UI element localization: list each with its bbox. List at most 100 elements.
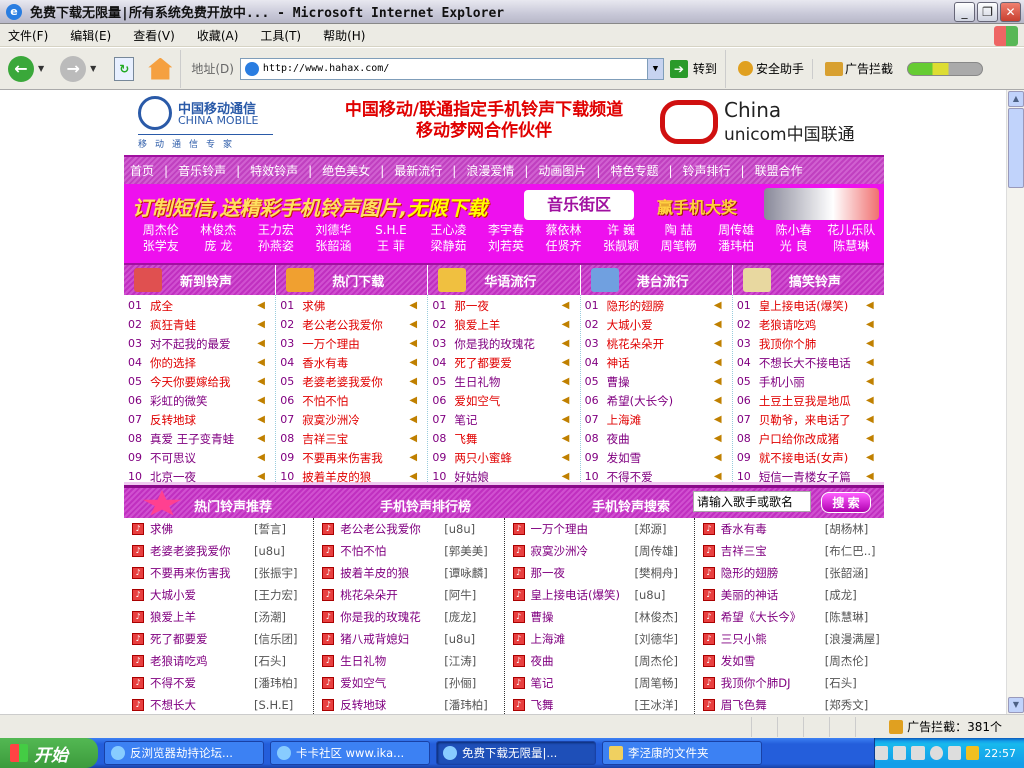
item-title[interactable]: 今天你要嫁给我: [150, 374, 257, 390]
song-title[interactable]: 笔记: [531, 675, 635, 691]
song-title[interactable]: 不怕不怕: [340, 543, 444, 559]
singer-link[interactable]: 王 菲: [362, 238, 420, 254]
speaker-icon[interactable]: ◀: [257, 433, 269, 444]
item-title[interactable]: 一万个理由: [302, 336, 409, 352]
speaker-icon[interactable]: ◀: [409, 414, 421, 425]
song-title[interactable]: 桃花朵朵开: [340, 587, 444, 603]
music-street-banner[interactable]: 音乐街区: [524, 190, 634, 220]
list-item[interactable]: 03 桃花朵朵开 ◀: [581, 334, 732, 353]
table-row[interactable]: ♪ 求佛 [誓言]: [132, 518, 313, 540]
singer-link[interactable]: 刘德华: [305, 222, 363, 238]
item-title[interactable]: 皇上接电话(爆笑): [759, 298, 866, 314]
singer-link[interactable]: 李宇春: [477, 222, 535, 238]
table-row[interactable]: ♪ 老公老公我爱你 [u8u]: [322, 518, 503, 540]
speaker-icon[interactable]: ◀: [562, 300, 574, 311]
item-title[interactable]: 手机小丽: [759, 374, 866, 390]
speaker-icon[interactable]: ◀: [409, 357, 421, 368]
singer-link[interactable]: S.H.E: [362, 222, 420, 238]
address-input[interactable]: http://www.hahax.com/: [263, 63, 389, 74]
song-title[interactable]: 不要再来伤害我: [150, 565, 254, 581]
speaker-icon[interactable]: ◀: [714, 376, 726, 387]
speaker-icon[interactable]: ◀: [866, 395, 878, 406]
speaker-icon[interactable]: ◀: [714, 395, 726, 406]
speaker-icon[interactable]: ◀: [257, 338, 269, 349]
song-title[interactable]: 老婆老婆我爱你: [150, 543, 254, 559]
singer-link[interactable]: 陈慧琳: [822, 238, 880, 254]
warning-icon[interactable]: [966, 746, 980, 760]
list-item[interactable]: 09 不要再来伤害我 ◀: [276, 448, 427, 467]
list-item[interactable]: 05 今天你要嫁给我 ◀: [124, 372, 275, 391]
speaker-icon[interactable]: ◀: [562, 452, 574, 463]
speaker-icon[interactable]: ◀: [866, 357, 878, 368]
list-item[interactable]: 09 就不接电话(女声) ◀: [733, 448, 884, 467]
song-title[interactable]: 香水有毒: [721, 521, 825, 537]
nav-item[interactable]: 特色专题: [610, 162, 658, 179]
list-item[interactable]: 08 飞舞 ◀: [428, 429, 579, 448]
section-header[interactable]: 港台流行: [580, 265, 733, 295]
item-title[interactable]: 隐形的翅膀: [607, 298, 714, 314]
pen-icon[interactable]: [893, 746, 907, 760]
item-title[interactable]: 香水有毒: [302, 355, 409, 371]
section-header[interactable]: 搞笑铃声: [732, 265, 885, 295]
speaker-icon[interactable]: ◀: [409, 338, 421, 349]
back-button[interactable]: ←: [8, 55, 34, 82]
vertical-scrollbar[interactable]: ▲ ▼: [1006, 90, 1024, 714]
item-title[interactable]: 笔记: [454, 412, 561, 428]
item-title[interactable]: 不怕不怕: [302, 393, 409, 409]
singer-link[interactable]: 张学友: [132, 238, 190, 254]
speaker-icon[interactable]: ◀: [257, 414, 269, 425]
go-button[interactable]: ➔ 转到: [669, 59, 717, 78]
nav-item[interactable]: 铃声排行: [683, 162, 731, 179]
table-row[interactable]: ♪ 不想长大 [S.H.E]: [132, 694, 313, 714]
table-row[interactable]: ♪ 老狼请吃鸡 [石头]: [132, 650, 313, 672]
table-row[interactable]: ♪ 香水有毒 [胡杨林]: [702, 518, 884, 540]
table-row[interactable]: ♪ 那一夜 [樊桐舟]: [512, 562, 694, 584]
song-title[interactable]: 你是我的玫瑰花: [340, 609, 444, 625]
table-row[interactable]: ♪ 披着羊皮的狼 [谭咏麟]: [322, 562, 503, 584]
table-row[interactable]: ♪ 一万个理由 [郑源]: [512, 518, 694, 540]
section-header[interactable]: 热门下载: [276, 265, 429, 295]
speaker-icon[interactable]: ◀: [866, 433, 878, 444]
list-item[interactable]: 01 求佛 ◀: [276, 296, 427, 315]
table-row[interactable]: ♪ 不怕不怕 [郭美美]: [322, 540, 503, 562]
song-title[interactable]: 爱如空气: [340, 675, 444, 691]
china-unicom-logo[interactable]: China unicom中国联通: [660, 98, 875, 148]
network-icon[interactable]: [947, 746, 962, 760]
speaker-icon[interactable]: ◀: [409, 452, 421, 463]
singer-link[interactable]: 光 良: [765, 238, 823, 254]
song-title[interactable]: 狼爱上羊: [150, 609, 254, 625]
start-button[interactable]: 开始: [0, 738, 98, 768]
list-item[interactable]: 07 寂寞沙洲冷 ◀: [276, 410, 427, 429]
nav-item[interactable]: 特效铃声: [250, 162, 298, 179]
speaker-icon[interactable]: ◀: [562, 319, 574, 330]
song-title[interactable]: 夜曲: [531, 653, 635, 669]
table-row[interactable]: ♪ 狼爱上羊 [汤潮]: [132, 606, 313, 628]
keyboard-icon[interactable]: [874, 746, 889, 760]
speaker-icon[interactable]: ◀: [257, 395, 269, 406]
speaker-icon[interactable]: ◀: [562, 376, 574, 387]
song-title[interactable]: 我顶你个肺DJ: [721, 675, 825, 691]
item-title[interactable]: 夜曲: [607, 431, 714, 447]
security-level-meter[interactable]: [906, 61, 983, 76]
list-item[interactable]: 05 生日礼物 ◀: [428, 372, 579, 391]
section-header[interactable]: 华语流行: [428, 265, 581, 295]
table-row[interactable]: ♪ 桃花朵朵开 [阿牛]: [322, 584, 503, 606]
singer-link[interactable]: 潘玮柏: [707, 238, 765, 254]
speaker-icon[interactable]: ◀: [562, 357, 574, 368]
list-item[interactable]: 07 贝勒爷，来电话了 ◀: [733, 410, 884, 429]
table-row[interactable]: ♪ 三只小熊 [浪漫满屋]: [702, 628, 884, 650]
item-title[interactable]: 老婆老婆我爱你: [302, 374, 409, 390]
taskbar-button[interactable]: 免费下载无限量|...: [436, 741, 596, 765]
item-title[interactable]: 短信一青楼女子篇: [759, 469, 866, 485]
speaker-icon[interactable]: ◀: [409, 471, 421, 482]
item-title[interactable]: 不要再来伤害我: [302, 450, 409, 466]
item-title[interactable]: 发如雪: [607, 450, 714, 466]
speaker-icon[interactable]: ◀: [409, 319, 421, 330]
song-title[interactable]: 美丽的神话: [721, 587, 825, 603]
table-row[interactable]: ♪ 皇上接电话(爆笑) [u8u]: [512, 584, 694, 606]
table-row[interactable]: ♪ 你是我的玫瑰花 [庞龙]: [322, 606, 503, 628]
song-title[interactable]: 那一夜: [531, 565, 635, 581]
table-row[interactable]: ♪ 不得不爱 [潘玮柏]: [132, 672, 313, 694]
speaker-icon[interactable]: ◀: [866, 376, 878, 387]
speaker-icon[interactable]: ◀: [866, 414, 878, 425]
